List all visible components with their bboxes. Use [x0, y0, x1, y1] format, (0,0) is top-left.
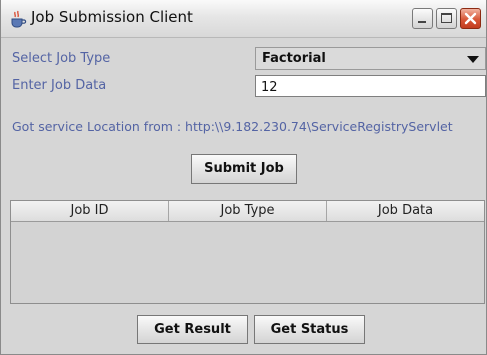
job-type-label: Select Job Type: [12, 51, 111, 66]
job-data-label: Enter Job Data: [12, 78, 107, 93]
title-bar[interactable]: Job Submission Client: [1, 0, 486, 38]
jobs-table: Job ID Job Type Job Data: [10, 200, 485, 304]
job-submission-window: Job Submission Client Select Job Type Fa…: [0, 0, 487, 355]
job-data-field[interactable]: [255, 75, 486, 97]
java-cup-icon: [9, 10, 27, 28]
table-body[interactable]: [11, 222, 484, 303]
service-location-text: Got service Location from : http:\\9.182…: [12, 119, 453, 134]
dropdown-arrow-icon[interactable]: [467, 56, 479, 63]
close-icon: [464, 12, 477, 25]
maximize-button[interactable]: [436, 8, 457, 29]
table-header: Job ID Job Type Job Data: [11, 201, 484, 222]
maximize-icon: [441, 13, 452, 23]
job-type-dropdown[interactable]: Factorial: [255, 47, 486, 70]
close-button[interactable]: [460, 8, 481, 29]
get-status-button[interactable]: Get Status: [254, 315, 365, 344]
column-header-job-type[interactable]: Job Type: [169, 201, 327, 221]
column-header-job-id[interactable]: Job ID: [11, 201, 169, 221]
minimize-button[interactable]: [412, 8, 433, 29]
job-type-selected-value: Factorial: [262, 51, 326, 66]
column-header-job-data[interactable]: Job Data: [327, 201, 484, 221]
submit-job-button[interactable]: Submit Job: [191, 154, 297, 184]
minimize-icon: [418, 21, 426, 23]
window-title: Job Submission Client: [31, 8, 193, 26]
job-data-input[interactable]: [256, 77, 481, 97]
get-result-button[interactable]: Get Result: [137, 315, 248, 344]
